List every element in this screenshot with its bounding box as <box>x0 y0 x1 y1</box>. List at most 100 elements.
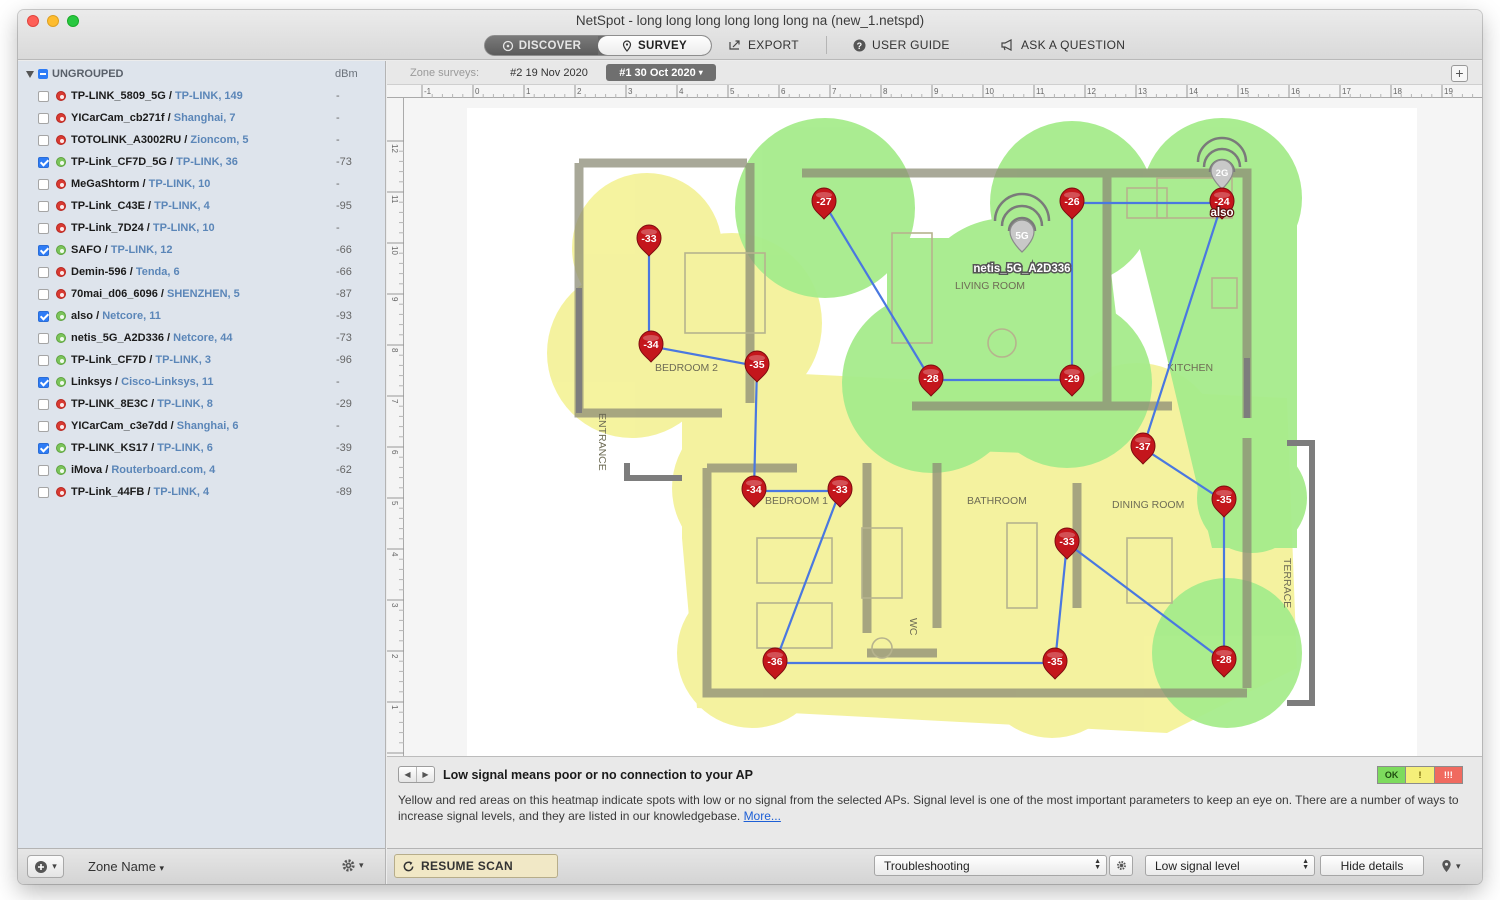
network-checkbox[interactable] <box>38 134 49 146</box>
mode-settings-button[interactable] <box>1109 855 1133 876</box>
network-row[interactable]: YICarCam_cb271f / Shanghai, 7 - <box>18 107 386 129</box>
network-row[interactable]: iMova / Routerboard.com, 4 -62 <box>18 459 386 481</box>
survey-tab[interactable]: SURVEY <box>598 36 711 55</box>
export-button[interactable]: EXPORT <box>728 38 799 52</box>
network-row[interactable]: Linksys / Cisco-Linksys, 11 - <box>18 371 386 393</box>
settings-menu-button[interactable]: ▾ <box>341 858 364 873</box>
add-zone-button[interactable]: ▾ <box>27 855 64 878</box>
network-checkbox[interactable] <box>38 332 49 344</box>
network-row[interactable]: 70mai_d06_6096 / SHENZHEN, 5 -87 <box>18 283 386 305</box>
pin-value: -26 <box>1064 196 1079 208</box>
network-status-icon <box>56 201 66 211</box>
zone-name-menu[interactable]: Zone Name ▾ <box>88 859 164 874</box>
network-label: YICarCam_c3e7dd / Shanghai, 6 <box>71 420 239 432</box>
hide-details-button[interactable]: Hide details <box>1320 855 1424 876</box>
network-row[interactable]: TP-Link_7D24 / TP-LINK, 10 - <box>18 217 386 239</box>
network-row[interactable]: TP-Link_CF7D_5G / TP-LINK, 36 -73 <box>18 151 386 173</box>
network-name: Demin-596 <box>71 266 127 278</box>
bottom-toolbar: RESUME SCAN Troubleshooting ▲ ▼ Low signa… <box>387 848 1482 884</box>
ruler-tick-label: -1 <box>424 87 432 96</box>
user-guide-button[interactable]: ? USER GUIDE <box>853 38 950 52</box>
network-status-icon <box>56 267 66 277</box>
network-checkbox[interactable] <box>38 156 49 168</box>
network-row[interactable]: TP-Link_CF7D / TP-LINK, 3 -96 <box>18 349 386 371</box>
sidebar-footer: ▾ Zone Name ▾ ▾ <box>18 848 386 884</box>
network-checkbox[interactable] <box>38 200 49 212</box>
network-checkbox[interactable] <box>38 288 49 300</box>
network-row[interactable]: TP-LINK_8E3C / TP-LINK, 8 -29 <box>18 393 386 415</box>
network-row[interactable]: YICarCam_c3e7dd / Shanghai, 6 - <box>18 415 386 437</box>
add-survey-button[interactable]: + <box>1451 65 1468 82</box>
network-checkbox[interactable] <box>38 354 49 366</box>
ruler-tick-label: 12 <box>390 144 399 153</box>
network-checkbox[interactable] <box>38 486 49 498</box>
pin-value: -28 <box>923 373 938 385</box>
discover-tab[interactable]: DISCOVER <box>485 36 598 55</box>
network-row[interactable]: Demin-596 / Tenda, 6 -66 <box>18 261 386 283</box>
survey-tab-1[interactable]: #1 30 Oct 2020 ▾ <box>606 64 716 81</box>
next-tip-button[interactable]: ▶ <box>417 767 434 782</box>
network-signal: -73 <box>336 156 352 168</box>
ruler-tick-label: 4 <box>679 87 684 96</box>
network-checkbox[interactable] <box>38 376 49 388</box>
network-status-icon <box>56 289 66 299</box>
more-link[interactable]: More... <box>744 809 781 823</box>
network-row[interactable]: TP-Link_C43E / TP-LINK, 4 -95 <box>18 195 386 217</box>
troubleshooting-select[interactable]: Troubleshooting ▲ ▼ <box>874 855 1107 876</box>
network-row[interactable]: also / Netcore, 11 -93 <box>18 305 386 327</box>
network-checkbox[interactable] <box>38 90 49 102</box>
network-checkbox[interactable] <box>38 442 49 454</box>
network-status-icon <box>56 333 66 343</box>
network-checkbox[interactable] <box>38 178 49 190</box>
floor-plan-heatmap[interactable]: BEDROOM 2 LIVING ROOM KITCHEN ENTRANCE B… <box>467 108 1417 756</box>
discover-icon <box>502 40 513 51</box>
network-row[interactable]: netis_5G_A2D336 / Netcore, 44 -73 <box>18 327 386 349</box>
network-row[interactable]: MeGaShtorm / TP-LINK, 10 - <box>18 173 386 195</box>
network-row[interactable]: TOTOLINK_A3002RU / Zioncom, 5 - <box>18 129 386 151</box>
network-row[interactable]: TP-LINK_5809_5G / TP-LINK, 149 - <box>18 85 386 107</box>
pin-menu-button[interactable]: ▾ <box>1441 859 1461 873</box>
disclosure-triangle-icon[interactable] <box>26 70 34 78</box>
network-checkbox[interactable] <box>38 420 49 432</box>
network-list: TP-LINK_5809_5G / TP-LINK, 149- YICarCam_… <box>18 85 386 503</box>
ruler-tick-label: 2 <box>577 87 582 96</box>
ruler-tick-label: 4 <box>390 552 399 557</box>
network-checkbox[interactable] <box>38 222 49 234</box>
network-signal: - <box>336 112 340 124</box>
network-signal: -95 <box>336 200 352 212</box>
map-canvas[interactable]: BEDROOM 2 LIVING ROOM KITCHEN ENTRANCE B… <box>404 98 1482 756</box>
network-row[interactable]: SAFO / TP-LINK, 12 -66 <box>18 239 386 261</box>
ap-2g-name: also <box>1210 207 1233 219</box>
hide-details-label: Hide details <box>1340 858 1404 873</box>
group-select-checkbox[interactable] <box>38 69 48 79</box>
network-name: YICarCam_c3e7dd <box>71 420 168 432</box>
zone-surveys-label: Zone surveys: <box>410 67 480 79</box>
network-checkbox[interactable] <box>38 310 49 322</box>
survey-tab-2[interactable]: #2 19 Nov 2020 <box>499 64 599 81</box>
megaphone-icon <box>1001 39 1012 51</box>
network-checkbox[interactable] <box>38 112 49 124</box>
network-label: TP-LINK_5809_5G / TP-LINK, 149 <box>71 90 243 102</box>
resume-scan-button[interactable]: RESUME SCAN <box>394 854 558 878</box>
pin-value: -37 <box>1135 441 1150 453</box>
network-checkbox[interactable] <box>38 266 49 278</box>
network-name: TOTOLINK_A3002RU <box>71 134 182 146</box>
network-status-icon <box>56 179 66 189</box>
metric-select[interactable]: Low signal level ▲ ▼ <box>1145 855 1315 876</box>
network-vendor: TP-LINK, 8 <box>157 398 213 410</box>
ask-question-button[interactable]: ASK A QUESTION <box>1001 38 1125 52</box>
network-status-icon <box>56 443 66 453</box>
previous-tip-button[interactable]: ◀ <box>399 767 417 782</box>
network-checkbox[interactable] <box>38 464 49 476</box>
network-group-header[interactable]: UNGROUPED dBm <box>18 65 386 83</box>
network-label: TP-Link_CF7D_5G / TP-LINK, 36 <box>71 156 238 168</box>
network-checkbox[interactable] <box>38 244 49 256</box>
network-label: YICarCam_cb271f / Shanghai, 7 <box>71 112 236 124</box>
floor-plan-paper: BEDROOM 2 LIVING ROOM KITCHEN ENTRANCE B… <box>467 108 1417 756</box>
network-row[interactable]: TP-Link_44FB / TP-LINK, 4 -89 <box>18 481 386 503</box>
network-checkbox[interactable] <box>38 398 49 410</box>
network-row[interactable]: TP-LINK_KS17 / TP-LINK, 6 -39 <box>18 437 386 459</box>
network-signal: -89 <box>336 486 352 498</box>
metric-select-value: Low signal level <box>1155 858 1240 873</box>
network-label: TP-LINK_KS17 / TP-LINK, 6 <box>71 442 213 454</box>
